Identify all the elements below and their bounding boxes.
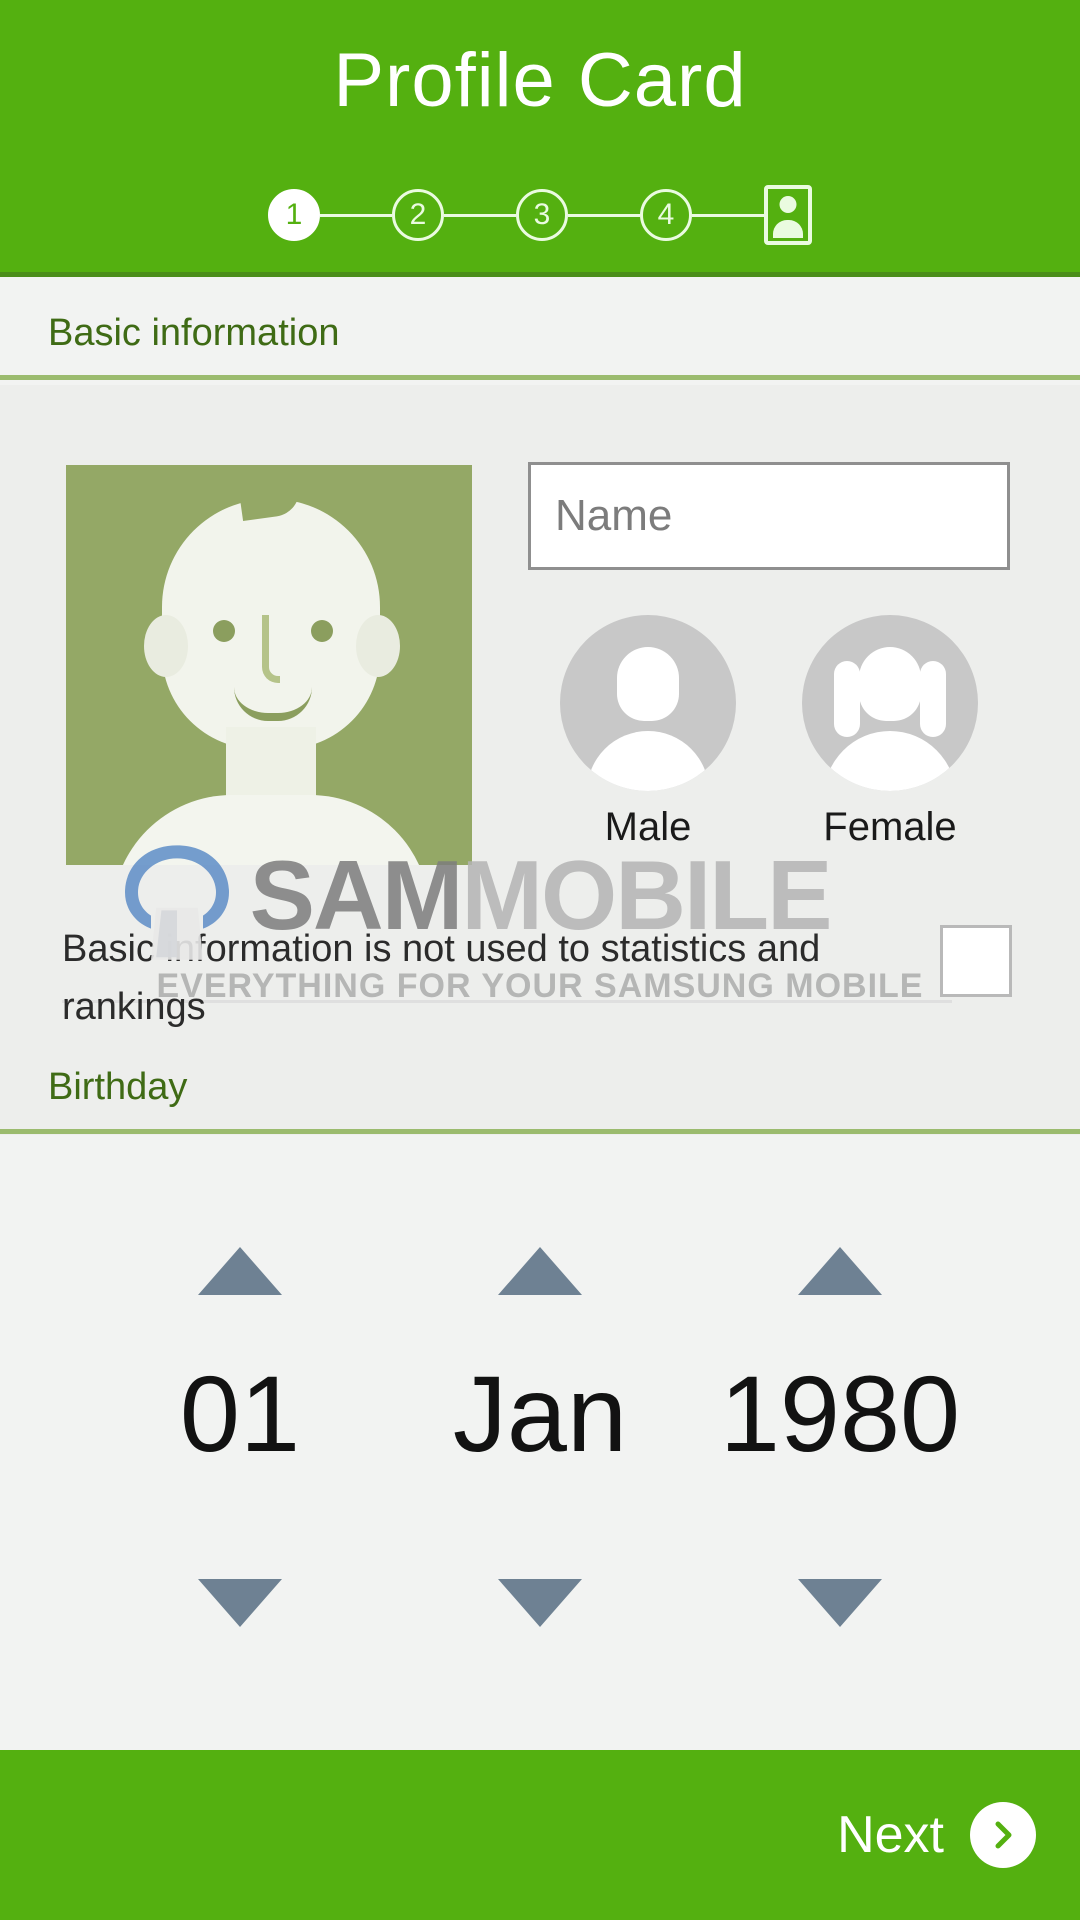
- step-label: 2: [409, 198, 427, 231]
- step-connector: [568, 213, 640, 217]
- step-connector: [692, 213, 764, 217]
- avatar-eye-right: [311, 620, 333, 642]
- birthday-picker: 01 Jan 1980: [0, 1139, 1080, 1749]
- triangle-down-icon[interactable]: [798, 1579, 882, 1627]
- next-button-label: Next: [837, 1806, 944, 1864]
- avatar-ear-left: [144, 615, 188, 677]
- year-value[interactable]: 1980: [690, 1349, 990, 1479]
- step-label: 4: [657, 198, 675, 231]
- gender-option-male[interactable]: Male: [558, 615, 738, 850]
- icon-head: [617, 647, 679, 721]
- section-title: Birthday: [48, 1066, 188, 1108]
- id-card-icon: [764, 185, 812, 245]
- triangle-up-icon[interactable]: [498, 1247, 582, 1295]
- step-connector: [320, 213, 392, 217]
- step-label: 3: [533, 198, 551, 231]
- icon-body: [587, 731, 709, 791]
- icon-hair-left: [834, 661, 860, 737]
- section-title: Basic information: [48, 312, 340, 354]
- next-button[interactable]: Next: [837, 1750, 1036, 1920]
- step-indicator-1[interactable]: 1: [268, 189, 320, 241]
- gender-label: Male: [604, 805, 692, 849]
- step-connector: [444, 213, 516, 217]
- male-avatar-icon: [560, 615, 736, 791]
- notice-checkbox[interactable]: [940, 925, 1012, 997]
- avatar-nose: [262, 615, 280, 683]
- triangle-up-icon[interactable]: [798, 1247, 882, 1295]
- month-value[interactable]: Jan: [390, 1349, 690, 1479]
- section-header-basic-information: Basic information: [0, 304, 1080, 380]
- section-header-birthday: Birthday: [0, 1058, 1080, 1134]
- footer-bar: Next: [0, 1750, 1080, 1920]
- date-column-day: 01: [90, 1139, 390, 1749]
- date-column-month: Jan: [390, 1139, 690, 1749]
- page-title: Profile Card: [333, 38, 747, 123]
- icon-hair-right: [920, 661, 946, 737]
- icon-body: [824, 731, 956, 791]
- profile-card-screen: Profile Card 1 2 3 4 Basic information N…: [0, 0, 1080, 1920]
- day-value[interactable]: 01: [90, 1349, 390, 1479]
- app-header: Profile Card 1 2 3 4: [0, 0, 1080, 277]
- gender-selector: Male Female: [528, 615, 988, 865]
- step-indicator-4[interactable]: 4: [640, 189, 692, 241]
- triangle-down-icon[interactable]: [498, 1579, 582, 1627]
- triangle-down-icon[interactable]: [198, 1579, 282, 1627]
- avatar[interactable]: [66, 465, 472, 865]
- step-label: 1: [285, 198, 303, 231]
- step-indicator-3[interactable]: 3: [516, 189, 568, 241]
- avatar-ear-right: [356, 615, 400, 677]
- chevron-right-circle-icon: [970, 1802, 1036, 1868]
- avatar-shoulders: [112, 795, 430, 865]
- notice-text: Basic information is not used to statist…: [62, 928, 821, 1028]
- icon-head: [859, 647, 921, 721]
- step-progress-indicator: 1 2 3 4: [0, 185, 1080, 245]
- female-avatar-icon: [802, 615, 978, 791]
- gender-option-female[interactable]: Female: [800, 615, 980, 850]
- gender-label: Female: [823, 805, 957, 849]
- date-column-year: 1980: [690, 1139, 990, 1749]
- avatar-eye-left: [213, 620, 235, 642]
- name-input[interactable]: [528, 462, 1010, 570]
- step-indicator-2[interactable]: 2: [392, 189, 444, 241]
- triangle-up-icon[interactable]: [198, 1247, 282, 1295]
